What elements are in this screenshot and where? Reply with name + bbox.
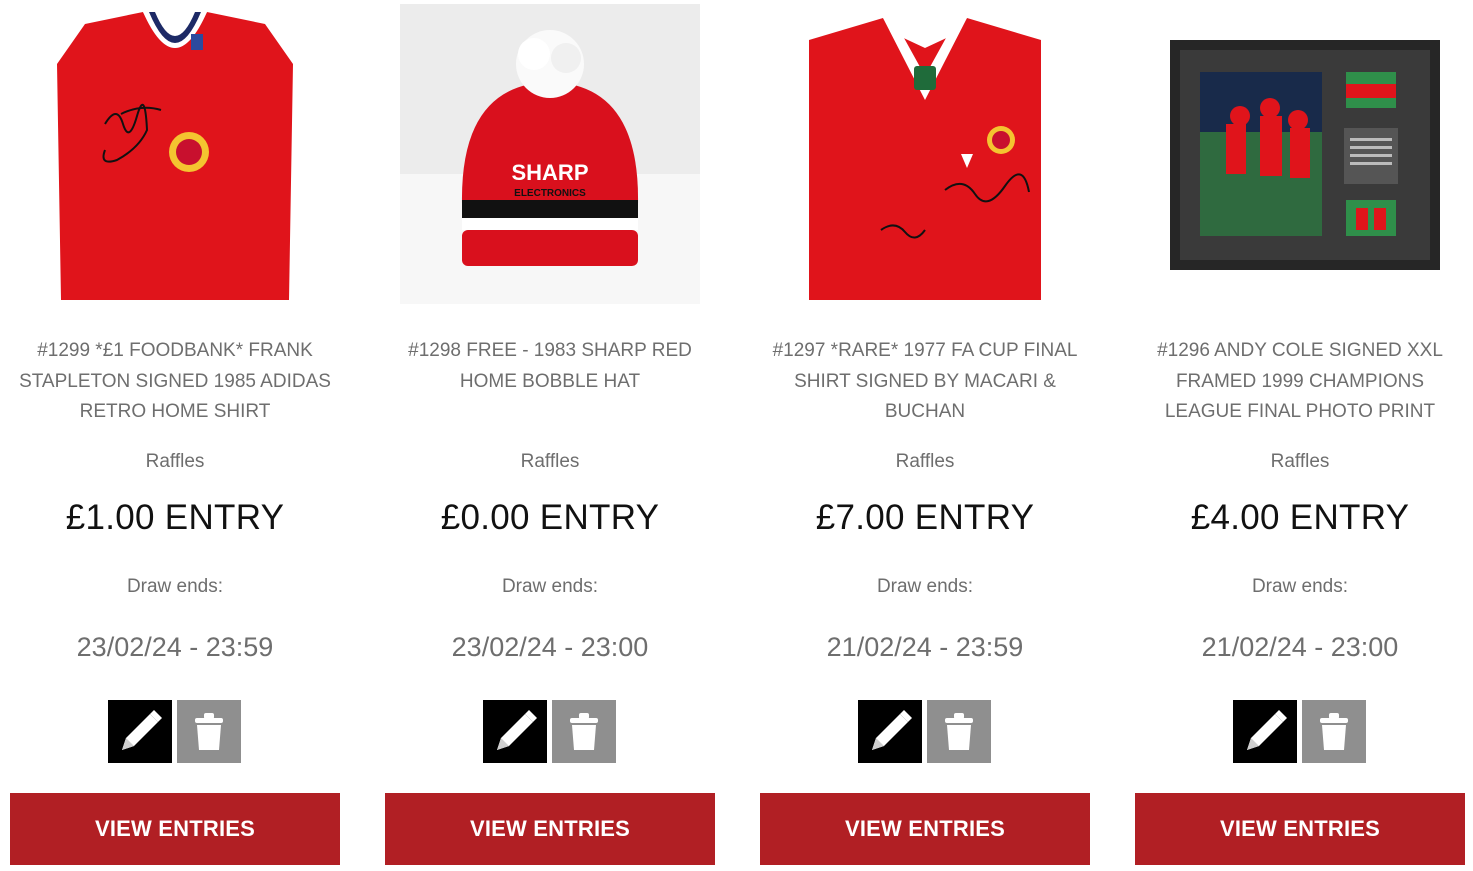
card-actions [1233, 700, 1367, 763]
raffle-card: SHARP ELECTRONICS #1298 FREE - 1983 SHAR… [385, 0, 715, 871]
pencil-icon [122, 710, 162, 750]
category-label: Raffles [1270, 451, 1330, 472]
raffle-grid: #1299 *£1 FOODBANK* FRANK STAPLETON SIGN… [0, 0, 1473, 871]
edit-button[interactable] [108, 700, 172, 763]
pencil-icon [872, 710, 912, 750]
product-title[interactable]: #1298 FREE - 1983 SHARP RED HOME BOBBLE … [385, 336, 715, 397]
hat-brand-text: SHARP [511, 160, 588, 185]
edit-button[interactable] [1233, 700, 1297, 763]
view-entries-button[interactable]: VIEW ENTRIES [385, 793, 715, 865]
product-title[interactable]: #1296 ANDY COLE SIGNED XXL FRAMED 1999 C… [1135, 336, 1465, 428]
product-image[interactable]: SHARP ELECTRONICS [400, 4, 700, 304]
trash-icon [195, 713, 223, 750]
raffle-card: #1299 *£1 FOODBANK* FRANK STAPLETON SIGN… [10, 0, 340, 871]
trash-icon [570, 713, 598, 750]
category-label: Raffles [520, 451, 580, 472]
view-entries-button[interactable]: VIEW ENTRIES [10, 793, 340, 865]
product-title[interactable]: #1299 *£1 FOODBANK* FRANK STAPLETON SIGN… [10, 336, 340, 428]
draw-end-date: 23/02/24 - 23:00 [451, 632, 649, 662]
entry-price: £1.00 ENTRY [65, 498, 285, 537]
pencil-icon [1247, 710, 1287, 750]
raffle-card: #1297 *RARE* 1977 FA CUP FINAL SHIRT SIG… [760, 0, 1090, 871]
delete-button[interactable] [1302, 700, 1366, 763]
trash-icon [945, 713, 973, 750]
product-title[interactable]: #1297 *RARE* 1977 FA CUP FINAL SHIRT SIG… [760, 336, 1090, 428]
raffle-card: #1296 ANDY COLE SIGNED XXL FRAMED 1999 C… [1135, 0, 1465, 871]
pencil-icon [497, 710, 537, 750]
card-actions [858, 700, 992, 763]
card-actions [108, 700, 242, 763]
delete-button[interactable] [927, 700, 991, 763]
entry-price: £0.00 ENTRY [440, 498, 660, 537]
category-label: Raffles [145, 451, 205, 472]
delete-button[interactable] [552, 700, 616, 763]
product-image[interactable] [25, 4, 325, 304]
draw-ends-label: Draw ends: [126, 576, 224, 597]
draw-ends-label: Draw ends: [876, 576, 974, 597]
category-label: Raffles [895, 451, 955, 472]
view-entries-button[interactable]: VIEW ENTRIES [1135, 793, 1465, 865]
trash-icon [1320, 713, 1348, 750]
entry-price: £4.00 ENTRY [1190, 498, 1410, 537]
draw-ends-label: Draw ends: [501, 576, 599, 597]
product-image[interactable] [775, 4, 1075, 304]
draw-end-date: 21/02/24 - 23:59 [826, 632, 1024, 662]
entry-price: £7.00 ENTRY [815, 498, 1035, 537]
product-image[interactable] [1150, 4, 1450, 304]
draw-ends-label: Draw ends: [1251, 576, 1349, 597]
card-actions [483, 700, 617, 763]
hat-brand-subtext: ELECTRONICS [514, 188, 586, 199]
view-entries-button[interactable]: VIEW ENTRIES [760, 793, 1090, 865]
draw-end-date: 23/02/24 - 23:59 [76, 632, 274, 662]
edit-button[interactable] [483, 700, 547, 763]
delete-button[interactable] [177, 700, 241, 763]
edit-button[interactable] [858, 700, 922, 763]
draw-end-date: 21/02/24 - 23:00 [1201, 632, 1399, 662]
